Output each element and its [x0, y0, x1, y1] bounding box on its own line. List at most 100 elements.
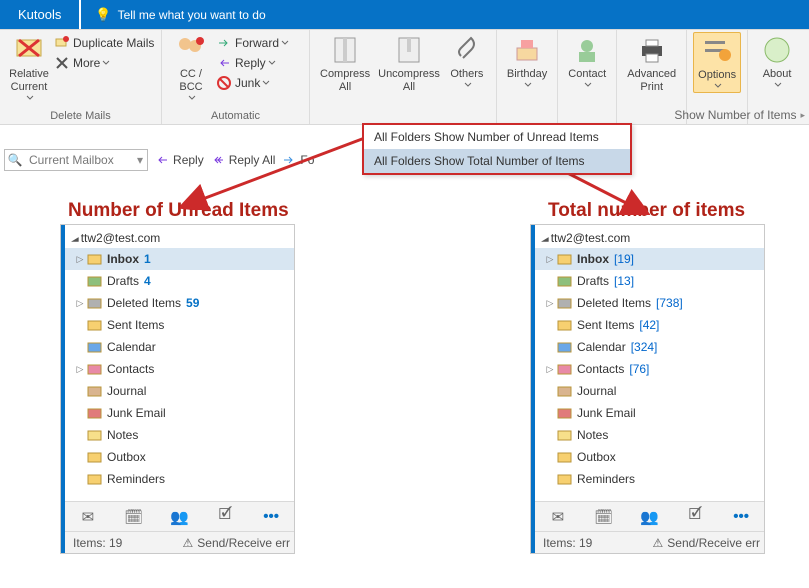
uncompress-all-button[interactable]: Uncompress All: [374, 32, 444, 96]
birthday-label: Birthday: [507, 68, 547, 81]
warning-icon: ⚠: [653, 536, 664, 550]
mail-icon[interactable]: ✉: [548, 507, 568, 527]
mail-icon[interactable]: ✉: [78, 507, 98, 527]
folder-item[interactable]: ▷Inbox[19]: [535, 248, 764, 270]
folder-item[interactable]: Sent Items[42]: [535, 314, 764, 336]
folder-item[interactable]: Journal: [535, 380, 764, 402]
folder-icon: [557, 273, 573, 289]
folder-item[interactable]: Outbox: [535, 446, 764, 468]
tab-kutools[interactable]: Kutools: [0, 0, 79, 29]
birthday-button[interactable]: Birthday: [503, 32, 551, 91]
folder-icon: [87, 405, 103, 421]
quick-toolbar: 🔍 Current Mailbox ▾ Reply Reply All Fo: [4, 148, 314, 172]
folder-name: Contacts: [107, 362, 154, 376]
search-box[interactable]: 🔍 Current Mailbox ▾: [4, 149, 148, 171]
expand-caret-icon[interactable]: ▷: [545, 364, 555, 375]
cc-bcc-button[interactable]: CC / BCC: [168, 32, 214, 104]
folder-name: Deleted Items: [107, 296, 181, 310]
warning-icon: ⚠: [183, 536, 194, 550]
chevron-down-icon: [584, 81, 592, 89]
folder-item[interactable]: Junk Email: [535, 402, 764, 424]
folder-item[interactable]: ▷Contacts[76]: [535, 358, 764, 380]
printer-icon: [636, 34, 668, 66]
folder-count: [76]: [629, 362, 649, 376]
folder-name: Notes: [107, 428, 138, 442]
duplicate-mails-button[interactable]: Duplicate Mails: [52, 34, 156, 52]
contact-button[interactable]: Contact: [564, 32, 610, 91]
folder-item[interactable]: Notes: [65, 424, 294, 446]
more-button[interactable]: More: [52, 54, 156, 72]
folder-item[interactable]: Drafts4: [65, 270, 294, 292]
folder-item[interactable]: Junk Email: [65, 402, 294, 424]
calendar-icon[interactable]: 🗓: [124, 507, 144, 527]
about-button[interactable]: About: [754, 32, 800, 91]
folder-name: Inbox: [577, 252, 609, 266]
folder-count: [738]: [656, 296, 683, 310]
expand-caret-icon[interactable]: ▷: [545, 298, 555, 309]
folder-item[interactable]: Notes: [535, 424, 764, 446]
others-button[interactable]: Others: [444, 32, 490, 91]
junk-label: Junk: [235, 76, 260, 90]
compress-all-button[interactable]: Compress All: [316, 32, 374, 96]
folder-name: Calendar: [107, 340, 156, 354]
quick-reply-button[interactable]: Reply: [154, 152, 204, 168]
tell-me[interactable]: 💡 Tell me what you want to do: [81, 0, 809, 29]
folder-count: 1: [144, 252, 151, 266]
folder-item[interactable]: Calendar: [65, 336, 294, 358]
forward-button[interactable]: Forward: [214, 34, 291, 52]
folder-item[interactable]: ▷ Inbox 1: [65, 248, 294, 270]
options-button[interactable]: Options: [693, 32, 741, 93]
tasks-icon[interactable]: 🗹: [215, 507, 235, 527]
relative-current-button[interactable]: Relative Current: [6, 32, 52, 104]
tasks-icon[interactable]: 🗹: [685, 507, 705, 527]
folder-list: ▷Inbox[19]Drafts[13]▷Deleted Items[738]S…: [535, 248, 764, 501]
folder-icon: [557, 361, 573, 377]
expand-caret-icon[interactable]: ▷: [545, 254, 555, 265]
folder-item[interactable]: ▷ Contacts: [65, 358, 294, 380]
folder-item[interactable]: ▷Deleted Items59: [65, 292, 294, 314]
folder-item[interactable]: Sent Items: [65, 314, 294, 336]
quick-forward-button[interactable]: Fo: [281, 152, 314, 168]
folder-icon: [557, 405, 573, 421]
folder-item[interactable]: Calendar[324]: [535, 336, 764, 358]
reply-button[interactable]: Reply: [214, 54, 291, 72]
menu-total-items[interactable]: All Folders Show Total Number of Items: [364, 149, 630, 173]
more-nav-icon[interactable]: •••: [731, 507, 751, 527]
folder-list: ▷Inbox1Drafts4▷Deleted Items59Sent Items…: [65, 248, 294, 501]
forward-icon: [281, 152, 297, 168]
expand-caret-icon[interactable]: ▷: [75, 298, 85, 309]
chevron-down-icon[interactable]: ▾: [133, 153, 147, 167]
folder-name: Reminders: [107, 472, 165, 486]
menu-unread-items[interactable]: All Folders Show Number of Unread Items: [364, 125, 630, 149]
folder-item[interactable]: ▷ Deleted Items [738]: [535, 292, 764, 314]
folder-name: Junk Email: [107, 406, 166, 420]
people-icon[interactable]: 👥: [169, 507, 189, 527]
folder-icon: [87, 273, 103, 289]
folder-item[interactable]: Drafts[13]: [535, 270, 764, 292]
folder-name: Deleted Items: [577, 296, 651, 310]
advanced-print-button[interactable]: Advanced Print: [623, 32, 680, 96]
about-label: About: [763, 68, 792, 81]
lightbulb-icon: 💡: [95, 7, 111, 23]
account-header[interactable]: ◢ttw2@test.com: [65, 225, 294, 248]
account-header[interactable]: ◢ttw2@test.com: [535, 225, 764, 248]
calendar-icon[interactable]: 🗓: [594, 507, 614, 527]
others-label: Others: [450, 68, 483, 81]
folder-item[interactable]: Outbox: [65, 446, 294, 468]
folder-item[interactable]: Reminders: [65, 468, 294, 490]
more-nav-icon[interactable]: •••: [261, 507, 281, 527]
expand-caret-icon[interactable]: ▷: [75, 364, 85, 375]
chevron-down-icon: [26, 94, 34, 102]
folder-item[interactable]: Journal: [65, 380, 294, 402]
annotation-unread: Number of Unread Items: [68, 200, 289, 222]
show-number-of-items-label[interactable]: Show Number of Items▸: [674, 108, 805, 122]
junk-button[interactable]: Junk: [214, 74, 291, 92]
folder-item[interactable]: Reminders: [535, 468, 764, 490]
quick-reply-all-button[interactable]: Reply All: [210, 152, 276, 168]
folder-icon: [87, 471, 103, 487]
expand-caret-icon[interactable]: ▷: [75, 254, 85, 265]
folder-count: 4: [144, 274, 151, 288]
status-error: Send/Receive err: [197, 536, 290, 550]
people-icon[interactable]: 👥: [639, 507, 659, 527]
folder-name: Inbox: [107, 252, 139, 266]
